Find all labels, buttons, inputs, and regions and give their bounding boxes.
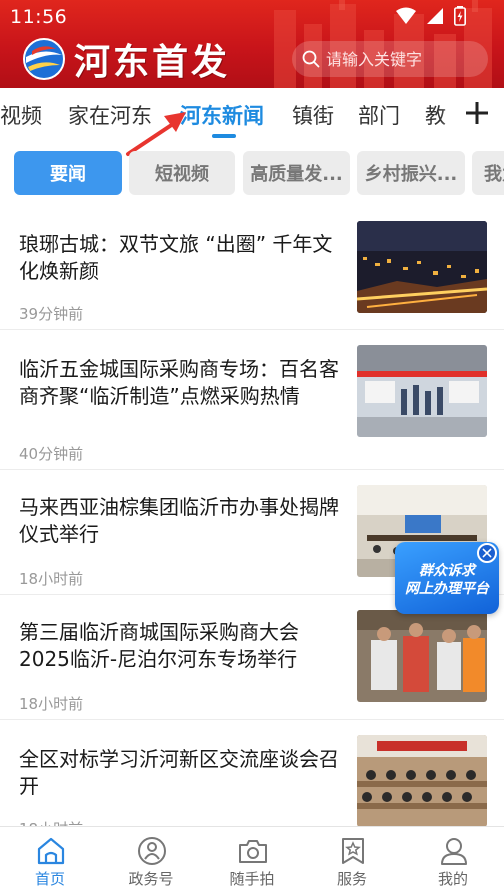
nav-label: 首页: [34, 870, 65, 888]
service-icon: [342, 838, 364, 864]
nav-label: 服务: [336, 870, 367, 888]
tab-hedong-news[interactable]: 河东新闻: [180, 100, 264, 130]
chip-rural-revival[interactable]: 乡村振兴...: [357, 151, 465, 195]
tab-departments[interactable]: 部门: [358, 100, 400, 130]
nav-home[interactable]: 首页: [0, 827, 100, 894]
nav-profile[interactable]: 我的: [403, 827, 503, 894]
nav-label: 我的: [437, 870, 468, 888]
news-thumbnail: [357, 345, 487, 437]
app-title: 河东首发: [74, 41, 231, 83]
status-time: 11:56: [10, 6, 68, 28]
news-item[interactable]: 全区对标学习沂河新区交流座谈会召开 18小时前: [0, 720, 504, 838]
news-time: 18小时前: [19, 570, 84, 588]
nav-label: 政务号: [128, 870, 174, 888]
nav-label: 随手拍: [229, 870, 275, 888]
news-title: 全区对标学习沂河新区交流座谈会召开: [19, 747, 339, 798]
news-title: 马来西亚油棕集团临沂市办事处揭牌仪式举行: [19, 495, 339, 546]
chip-more[interactable]: 我为: [472, 151, 504, 195]
status-icons: [396, 6, 466, 26]
brand-row: 河东首发: [22, 35, 230, 83]
signal-icon: [427, 8, 443, 24]
tab-video[interactable]: 视频: [0, 100, 42, 130]
news-item[interactable]: 琅琊古城：双节文旅 “出圈” 千年文化焕新颜 39分钟前: [0, 208, 504, 330]
nav-snapshot[interactable]: 随手拍: [202, 827, 302, 894]
profile-icon: [441, 838, 467, 865]
news-item[interactable]: 临沂五金城国际采购商专场：百名客商齐聚“临沂制造”点燃采购热情 40分钟前: [0, 330, 504, 470]
close-icon[interactable]: [477, 543, 497, 563]
news-time: 40分钟前: [19, 445, 84, 463]
camera-icon: [239, 840, 267, 863]
news-time: 18小时前: [19, 695, 84, 713]
gov-account-icon: [138, 837, 166, 865]
chip-high-quality[interactable]: 高质量发...: [243, 151, 350, 195]
search-box[interactable]: [292, 41, 488, 77]
battery-icon: [454, 6, 466, 26]
bottom-navigation: 首页 政务号 随手拍 服务 我的: [0, 826, 504, 894]
news-title: 临沂五金城国际采购商专场：百名客商齐聚“临沂制造”点燃采购热情: [19, 357, 339, 408]
logo-icon: [23, 38, 65, 80]
news-time: 39分钟前: [19, 305, 84, 323]
nav-service[interactable]: 服务: [302, 827, 402, 894]
news-title: 第三届临沂商城国际采购商大会2025临沂-尼泊尔河东专场举行: [19, 620, 299, 671]
chip-headlines[interactable]: 要闻: [14, 151, 122, 195]
badge-line-2: 网上办理平台: [405, 581, 489, 597]
tab-towns[interactable]: 镇街: [292, 100, 334, 130]
nav-gov-account[interactable]: 政务号: [101, 827, 201, 894]
sub-category-chips: 要闻 短视频 高质量发... 乡村振兴... 我为: [0, 150, 504, 198]
news-title: 琅琊古城：双节文旅 “出圈” 千年文化焕新颜: [19, 232, 333, 283]
news-thumbnail: [357, 221, 487, 313]
app-header: 11:56 河东首发: [0, 0, 504, 88]
add-channel-icon[interactable]: [462, 98, 492, 128]
status-bar: 11:56: [0, 0, 504, 32]
active-tab-indicator: [212, 134, 236, 138]
home-icon: [37, 837, 65, 865]
badge-line-1: 群众诉求: [419, 563, 475, 579]
news-thumbnail: [357, 735, 487, 827]
channel-tab-bar: 视频 家在河东 河东新闻 镇街 部门 教: [0, 88, 504, 144]
tab-home-hedong[interactable]: 家在河东: [68, 100, 152, 130]
chip-short-video[interactable]: 短视频: [129, 151, 235, 195]
news-thumbnail: [357, 610, 487, 702]
wifi-icon: [396, 7, 416, 24]
search-input[interactable]: [326, 49, 486, 69]
search-icon: [302, 50, 320, 68]
